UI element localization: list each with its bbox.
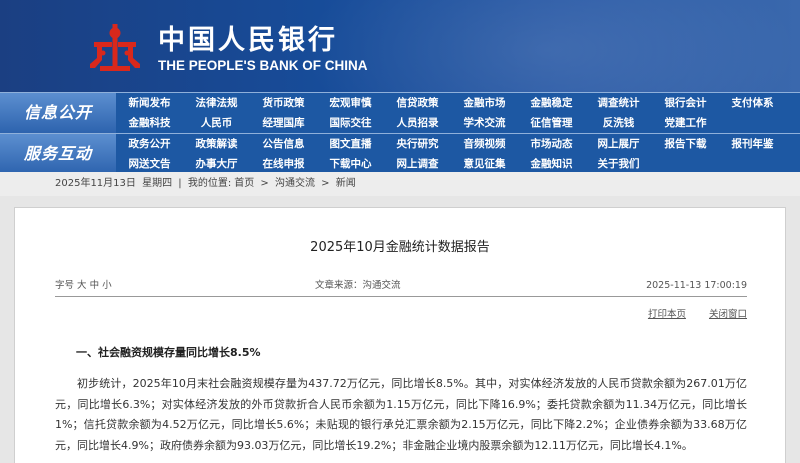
article-panel: 2025年10月金融统计数据报告 字号 大 中 小 文章来源：沟通交流 2025… xyxy=(14,207,786,463)
nav-item[interactable]: 报刊年鉴 xyxy=(719,134,786,154)
article-paragraph: 初步统计，2025年10月末社会融资规模存量为437.72万亿元，同比增长8.5… xyxy=(55,377,747,452)
article-source: 文章来源：沟通交流 xyxy=(315,280,401,291)
nav-item[interactable]: 新闻发布 xyxy=(116,93,183,113)
nav-item[interactable]: 市场动态 xyxy=(518,134,585,154)
nav-item[interactable]: 党建工作 xyxy=(652,113,719,133)
nav-label-info-disclosure: 信息公开 xyxy=(0,93,116,133)
font-small-link[interactable]: 小 xyxy=(102,280,112,291)
nav-item[interactable]: 反洗钱 xyxy=(585,113,652,133)
nav-item[interactable]: 网送文告 xyxy=(116,154,183,174)
article-title: 2025年10月金融统计数据报告 xyxy=(310,240,490,255)
nav-item[interactable]: 支付体系 xyxy=(719,93,786,113)
nav-item[interactable]: 金融稳定 xyxy=(518,93,585,113)
nav-item[interactable]: 国际交往 xyxy=(317,113,384,133)
nav-item[interactable]: 在线申报 xyxy=(250,154,317,174)
nav-item[interactable]: 报告下载 xyxy=(652,134,719,154)
article-meta: 字号 大 中 小 文章来源：沟通交流 2025-11-13 17:00:19 xyxy=(55,278,747,294)
breadcrumb-separator: | xyxy=(178,178,182,189)
location-label: 我的位置: xyxy=(187,178,232,189)
bank-chinese-name: 中国人民银行 xyxy=(158,25,338,56)
nav-item[interactable]: 网上展厅 xyxy=(585,134,652,154)
nav-item[interactable]: 政务公开 xyxy=(116,134,183,154)
nav-item[interactable]: 金融知识 xyxy=(518,154,585,174)
banner-shine xyxy=(300,0,800,92)
site-banner: 中国人民银行 THE PEOPLE'S BANK OF CHINA xyxy=(0,0,800,92)
breadcrumb-separator: > xyxy=(321,178,330,189)
bank-english-name: THE PEOPLE'S BANK OF CHINA xyxy=(158,58,368,73)
nav-item[interactable]: 学术交流 xyxy=(451,113,518,133)
font-medium-link[interactable]: 中 xyxy=(90,280,100,291)
nav-item[interactable]: 人员招录 xyxy=(384,113,451,133)
nav-item[interactable]: 调查统计 xyxy=(585,93,652,113)
nav-item[interactable]: 宏观审慎 xyxy=(317,93,384,113)
nav-item[interactable]: 银行会计 xyxy=(652,93,719,113)
nav-item[interactable]: 下载中心 xyxy=(317,154,384,174)
font-large-link[interactable]: 大 xyxy=(77,280,87,291)
nav-item[interactable]: 金融科技 xyxy=(116,113,183,133)
nav-row-info-disclosure: 信息公开 新闻发布 法律法规 货币政策 宏观审慎 信贷政策 金融市场 金融稳定 … xyxy=(0,93,800,133)
font-size-label: 字号 xyxy=(55,280,75,291)
current-weekday: 星期四 xyxy=(142,178,173,189)
current-date: 2025年11月13日 xyxy=(55,178,136,189)
nav-item[interactable]: 公告信息 xyxy=(250,134,317,154)
breadcrumb-home-link[interactable]: 首页 xyxy=(234,178,254,189)
nav-label-service-interaction: 服务互动 xyxy=(0,134,116,174)
nav-row-service-interaction: 服务互动 政务公开 政策解读 公告信息 图文直播 央行研究 音频视频 市场动态 … xyxy=(0,133,800,174)
nav-item[interactable]: 政策解读 xyxy=(183,134,250,154)
print-page-link[interactable]: 打印本页 xyxy=(648,309,686,320)
nav-item[interactable]: 意见征集 xyxy=(451,154,518,174)
article-datetime: 2025-11-13 17:00:19 xyxy=(646,280,747,291)
nav-item[interactable]: 经理国库 xyxy=(250,113,317,133)
nav-item[interactable]: 音频视频 xyxy=(451,134,518,154)
nav-item[interactable]: 货币政策 xyxy=(250,93,317,113)
main-navigation: 信息公开 新闻发布 法律法规 货币政策 宏观审慎 信贷政策 金融市场 金融稳定 … xyxy=(0,92,800,174)
nav-item[interactable]: 法律法规 xyxy=(183,93,250,113)
breadcrumb-separator: > xyxy=(260,178,269,189)
font-size-controls: 字号 大 中 小 xyxy=(55,278,112,294)
article-tools: 打印本页 关闭窗口 xyxy=(628,306,747,320)
meta-divider xyxy=(55,296,747,297)
section-heading: 一、社会融资规模存量同比增长8.5% xyxy=(76,346,261,359)
nav-item[interactable]: 金融市场 xyxy=(451,93,518,113)
close-window-link[interactable]: 关闭窗口 xyxy=(709,309,747,320)
nav-item[interactable]: 央行研究 xyxy=(384,134,451,154)
pboc-logo-icon[interactable] xyxy=(86,20,144,78)
nav-item[interactable]: 图文直播 xyxy=(317,134,384,154)
breadcrumb-current-link[interactable]: 新闻 xyxy=(336,178,356,189)
breadcrumb-section-link[interactable]: 沟通交流 xyxy=(275,178,315,189)
nav-item[interactable]: 征信管理 xyxy=(518,113,585,133)
nav-item[interactable]: 关于我们 xyxy=(585,154,652,174)
nav-item[interactable]: 信贷政策 xyxy=(384,93,451,113)
nav-item[interactable]: 网上调查 xyxy=(384,154,451,174)
breadcrumb: 2025年11月13日 星期四 | 我的位置: 首页 > 沟通交流 > 新闻 xyxy=(0,172,800,196)
nav-item[interactable]: 办事大厅 xyxy=(183,154,250,174)
nav-item[interactable]: 人民币 xyxy=(183,113,250,133)
